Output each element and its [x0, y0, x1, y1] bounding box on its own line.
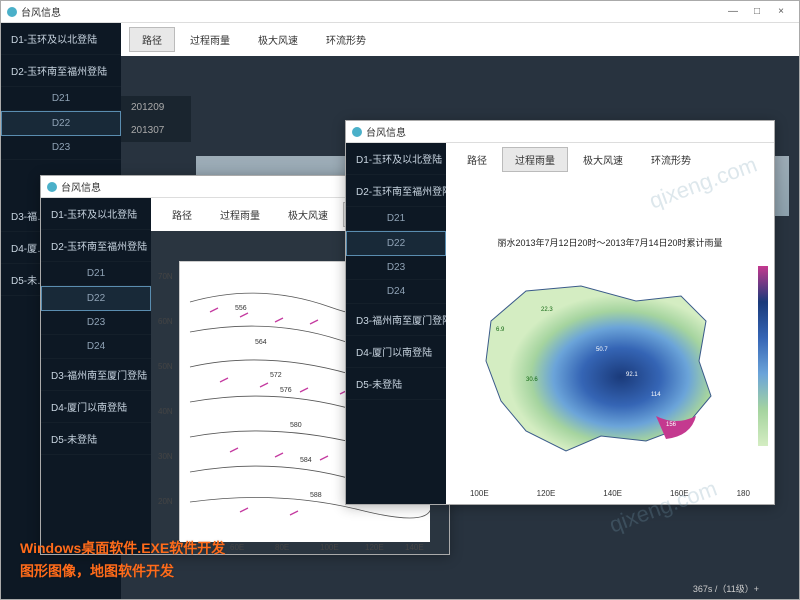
svg-text:564: 564 [255, 339, 267, 346]
titlebar: 台风信息 — □ × [1, 1, 799, 23]
tabs-3: 路径 过程雨量 极大风速 环流形势 [446, 143, 774, 176]
app-title: 台风信息 [21, 4, 61, 19]
rainfall-title: 丽水2013年7月12日20时～2013年7月14日20时累计雨量 [446, 236, 774, 249]
sidebar-sub-d23[interactable]: D23 [1, 136, 121, 160]
sidebar-sub-d22[interactable]: D22 [1, 111, 121, 136]
svg-text:576: 576 [280, 387, 292, 394]
svg-text:588: 588 [310, 492, 322, 499]
w3-d22[interactable]: D22 [346, 231, 446, 256]
w3-tab1[interactable]: 过程雨量 [502, 147, 568, 172]
w3-d2[interactable]: D2-玉环南至福州登陆 [346, 175, 446, 207]
w2-tab0[interactable]: 路径 [159, 202, 205, 227]
promo-overlay: Windows桌面软件.EXE软件开发 图形图像，地图软件开发 [20, 537, 225, 582]
w3-d5[interactable]: D5-未登陆 [346, 368, 446, 400]
tab-bar: 路径 过程雨量 极大风速 环流形势 [121, 23, 799, 56]
promo-line2: 图形图像，地图软件开发 [20, 560, 225, 582]
w2-d22[interactable]: D22 [41, 286, 151, 311]
minimize-button[interactable]: — [721, 3, 745, 21]
svg-text:30.6: 30.6 [526, 377, 538, 383]
maximize-button[interactable]: □ [745, 3, 769, 21]
win2-title: 台风信息 [61, 179, 101, 194]
window-rainfall: 台风信息 D1-玉环及以北登陆 D2-玉环南至福州登陆 D21 D22 D23 … [345, 120, 775, 505]
svg-text:114: 114 [651, 392, 661, 398]
w3-d3[interactable]: D3-福州南至厦门登陆 [346, 304, 446, 336]
w3-d24[interactable]: D24 [346, 280, 446, 304]
tab-path[interactable]: 路径 [129, 27, 175, 52]
w2-d3[interactable]: D3-福州南至厦门登陆 [41, 359, 151, 391]
tab-wind[interactable]: 极大风速 [245, 27, 311, 52]
w2-tab2[interactable]: 极大风速 [275, 202, 341, 227]
w2-d2[interactable]: D2-玉环南至福州登陆 [41, 230, 151, 262]
promo-line1: Windows桌面软件.EXE软件开发 [20, 537, 225, 559]
svg-text:156: 156 [666, 422, 677, 428]
app-icon [352, 127, 362, 137]
w3-d21[interactable]: D21 [346, 207, 446, 231]
w2-d24[interactable]: D24 [41, 335, 151, 359]
svg-text:580: 580 [290, 422, 302, 429]
w3-tab3[interactable]: 环流形势 [638, 147, 704, 172]
svg-text:584: 584 [300, 457, 312, 464]
w3-d23[interactable]: D23 [346, 256, 446, 280]
sidebar-2: D1-玉环及以北登陆 D2-玉环南至福州登陆 D21 D22 D23 D24 D… [41, 198, 151, 554]
tab-circ[interactable]: 环流形势 [313, 27, 379, 52]
w2-tab1[interactable]: 过程雨量 [207, 202, 273, 227]
close-button[interactable]: × [769, 3, 793, 21]
color-legend [758, 266, 768, 446]
titlebar-3: 台风信息 [346, 121, 774, 143]
svg-text:92.1: 92.1 [626, 372, 638, 378]
sidebar-item-d2[interactable]: D2-玉环南至福州登陆 [1, 55, 121, 87]
svg-text:556: 556 [235, 305, 247, 312]
year-201307[interactable]: 201307 [121, 119, 191, 142]
sidebar-item-d1[interactable]: D1-玉环及以北登陆 [1, 23, 121, 55]
svg-text:50.7: 50.7 [596, 347, 608, 353]
w3-tab0[interactable]: 路径 [454, 147, 500, 172]
w2-d1[interactable]: D1-玉环及以北登陆 [41, 198, 151, 230]
w2-d23[interactable]: D23 [41, 311, 151, 335]
app-icon [47, 182, 57, 192]
app-icon [7, 7, 17, 17]
w3-d1[interactable]: D1-玉环及以北登陆 [346, 143, 446, 175]
w2-d4[interactable]: D4-厦门以南登陆 [41, 391, 151, 423]
svg-text:22.3: 22.3 [541, 307, 553, 313]
w2-d21[interactable]: D21 [41, 262, 151, 286]
rainfall-map: 6.9 22.3 30.6 50.7 92.1 114 156 [451, 261, 771, 501]
rainfall-content: 丽水2013年7月12日20时～2013年7月14日20时累计雨量 [446, 176, 774, 504]
svg-text:6.9: 6.9 [496, 327, 505, 333]
sidebar-sub-d21[interactable]: D21 [1, 87, 121, 111]
footer-text: 367s /（11级）+ [693, 582, 759, 595]
win3-title: 台风信息 [366, 124, 406, 139]
w3-d4[interactable]: D4-厦门以南登陆 [346, 336, 446, 368]
x-axis: 100E120E140E160E180 [446, 489, 774, 498]
sidebar-3: D1-玉环及以北登陆 D2-玉环南至福州登陆 D21 D22 D23 D24 D… [346, 143, 446, 504]
year-list: 201209 201307 [121, 96, 191, 142]
w3-tab2[interactable]: 极大风速 [570, 147, 636, 172]
svg-text:572: 572 [270, 372, 282, 379]
year-201209[interactable]: 201209 [121, 96, 191, 119]
w2-d5[interactable]: D5-未登陆 [41, 423, 151, 455]
tab-rain[interactable]: 过程雨量 [177, 27, 243, 52]
